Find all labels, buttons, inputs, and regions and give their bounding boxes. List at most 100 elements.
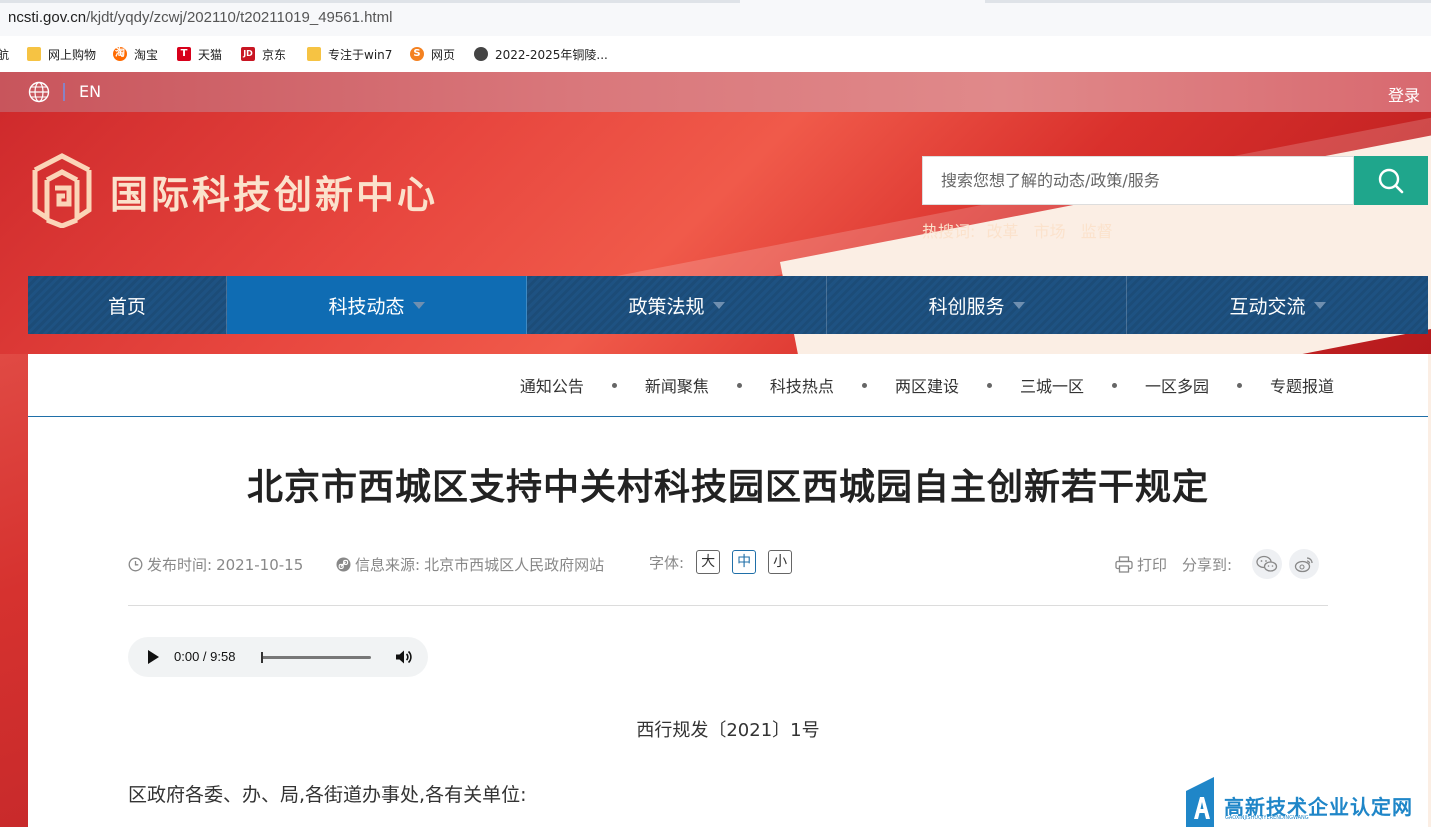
watermark-subtext: GAOXINJISHUQIYERENDINGWANG bbox=[1225, 815, 1309, 821]
article-title: 北京市西城区支持中关村科技园区西城园自主创新若干规定 bbox=[246, 467, 1209, 508]
hot-word-link[interactable]: 改革 bbox=[987, 222, 1019, 241]
volume-icon[interactable] bbox=[394, 648, 412, 666]
publish-label: 发布时间: bbox=[147, 556, 213, 574]
chevron-down-icon bbox=[1313, 301, 1326, 309]
bookmark-label: 网上购物 bbox=[48, 47, 97, 62]
font-size-large-button[interactable]: 大 bbox=[696, 550, 721, 574]
bookmark-item[interactable]: 航 bbox=[0, 44, 9, 64]
url-text[interactable]: ncsti.gov.cn/kjdt/yqdy/zcwj/202110/t2021… bbox=[8, 9, 392, 26]
subnav-item[interactable]: 一区多园 bbox=[1145, 373, 1209, 397]
subnav-separator bbox=[1236, 382, 1242, 388]
tab-strip bbox=[0, 0, 740, 3]
subnav-separator bbox=[1111, 382, 1117, 388]
subnav-item[interactable]: 新闻聚焦 bbox=[645, 373, 709, 397]
taobao-icon: 淘 bbox=[113, 47, 127, 61]
search-input[interactable] bbox=[922, 156, 1354, 205]
font-size-small-button[interactable]: 小 bbox=[768, 550, 793, 574]
language-switch-en[interactable]: EN bbox=[79, 82, 101, 101]
tmall-icon: T bbox=[177, 47, 191, 61]
sogou-icon: S bbox=[410, 47, 424, 61]
article-source: 信息来源: 北京市西城区人民政府网站 bbox=[336, 554, 604, 575]
document-number: 西行规发〔2021〕1号 bbox=[636, 720, 820, 741]
bookmarks-bar: 航 网上购物 淘 淘宝 T 天猫 JD 京东 专注于win7 S 网页 2022… bbox=[0, 36, 1431, 73]
top-utility-bar: EN 登录 bbox=[0, 72, 1431, 113]
article-paragraph: 区政府各委、办、局,各街道办事处,各有关单位: bbox=[128, 784, 527, 806]
bookmark-item[interactable]: S 网页 bbox=[410, 44, 455, 64]
nav-label: 政策法规 bbox=[628, 295, 705, 318]
nav-item-services[interactable]: 科创服务 bbox=[827, 276, 1127, 334]
subnav-separator bbox=[611, 382, 617, 388]
subnav-item[interactable]: 三城一区 bbox=[1020, 373, 1084, 397]
hot-word-link[interactable]: 监督 bbox=[1081, 222, 1113, 241]
bookmark-label: 专注于win7 bbox=[328, 47, 393, 62]
folder-icon bbox=[307, 47, 321, 61]
divider bbox=[63, 83, 65, 101]
nav-label: 科技动态 bbox=[328, 295, 405, 318]
bookmark-item[interactable]: 2022-2025年铜陵... bbox=[474, 44, 608, 64]
nav-item-interaction[interactable]: 互动交流 bbox=[1127, 276, 1428, 334]
play-icon[interactable] bbox=[148, 650, 159, 664]
nav-label: 科创服务 bbox=[928, 295, 1005, 318]
bookmark-item[interactable]: 专注于win7 bbox=[307, 44, 392, 64]
subnav-separator bbox=[986, 382, 992, 388]
wechat-icon bbox=[1256, 555, 1278, 572]
weibo-share-button[interactable] bbox=[1289, 549, 1319, 579]
login-link[interactable]: 登录 bbox=[1388, 82, 1420, 106]
clock-icon bbox=[128, 557, 143, 572]
bookmark-label: 京东 bbox=[262, 47, 287, 62]
browser-address-bar[interactable]: ncsti.gov.cn/kjdt/yqdy/zcwj/202110/t2021… bbox=[0, 0, 1431, 37]
hot-word-link[interactable]: 市场 bbox=[1034, 222, 1066, 241]
url-path: /kjdt/yqdy/zcwj/202110/t20211019_49561.h… bbox=[86, 9, 393, 26]
subnav-item[interactable]: 通知公告 bbox=[520, 373, 584, 397]
url-domain: ncsti.gov.cn bbox=[8, 9, 87, 26]
audio-time: 0:00 / 9:58 bbox=[174, 649, 236, 664]
bookmark-item[interactable]: T 天猫 bbox=[177, 44, 222, 64]
bookmark-item[interactable]: JD 京东 bbox=[241, 44, 286, 64]
audio-progress-slider[interactable] bbox=[261, 656, 371, 659]
logo-icon[interactable] bbox=[27, 148, 97, 228]
subnav-item[interactable]: 两区建设 bbox=[895, 373, 959, 397]
bookmark-label: 网页 bbox=[431, 47, 456, 62]
search-icon bbox=[1378, 168, 1404, 193]
folder-icon bbox=[27, 47, 41, 61]
publish-date: 发布时间: 2021-10-15 bbox=[128, 554, 303, 575]
bookmark-label: 航 bbox=[0, 47, 10, 62]
font-size-label: 字体: bbox=[649, 553, 685, 572]
audio-progress-thumb[interactable] bbox=[261, 652, 263, 663]
chevron-down-icon bbox=[1012, 301, 1025, 309]
chevron-down-icon bbox=[712, 301, 725, 309]
print-button[interactable]: 打印 bbox=[1115, 554, 1167, 575]
bookmark-label: 天猫 bbox=[198, 47, 223, 62]
nav-item-tech-news[interactable]: 科技动态 bbox=[227, 276, 527, 334]
divider bbox=[128, 605, 1328, 606]
source-label: 信息来源: bbox=[355, 556, 421, 574]
wechat-share-button[interactable] bbox=[1252, 549, 1282, 579]
watermark-a-icon bbox=[1186, 777, 1214, 827]
globe-icon[interactable] bbox=[28, 81, 50, 103]
bookmark-label: 淘宝 bbox=[134, 47, 159, 62]
chevron-down-icon bbox=[412, 301, 425, 309]
weibo-icon bbox=[1294, 557, 1313, 573]
font-size-medium-button[interactable]: 中 bbox=[732, 550, 757, 574]
bookmark-item[interactable]: 网上购物 bbox=[27, 44, 96, 64]
search-button[interactable] bbox=[1354, 156, 1428, 205]
nav-item-home[interactable]: 首页 bbox=[28, 276, 227, 334]
hot-search-words: 热搜词: 改革 市场 监督 bbox=[922, 218, 1123, 242]
bookmark-item[interactable]: 淘 淘宝 bbox=[113, 44, 158, 64]
nav-label: 首页 bbox=[107, 295, 146, 318]
sub-nav: 通知公告 新闻聚焦 科技热点 两区建设 三城一区 一区多园 专题报道 bbox=[28, 354, 1428, 417]
globe-icon bbox=[474, 47, 488, 61]
publish-value: 2021-10-15 bbox=[216, 555, 304, 574]
tab-strip bbox=[985, 0, 1431, 3]
jd-icon: JD bbox=[241, 47, 255, 61]
audio-player: 0:00 / 9:58 bbox=[128, 637, 428, 677]
main-nav: 首页 科技动态 政策法规 科创服务 互动交流 bbox=[28, 276, 1428, 334]
bookmark-label: 2022-2025年铜陵... bbox=[495, 47, 608, 62]
subnav-item[interactable]: 科技热点 bbox=[770, 373, 834, 397]
subnav-item[interactable]: 专题报道 bbox=[1270, 373, 1334, 397]
source-value: 北京市西城区人民政府网站 bbox=[424, 556, 605, 574]
site-name[interactable]: 国际科技创新中心 bbox=[110, 164, 438, 219]
nav-item-policy[interactable]: 政策法规 bbox=[527, 276, 827, 334]
subnav-separator bbox=[861, 382, 867, 388]
article-meta: 发布时间: 2021-10-15 信息来源: 北京市西城区人民政府网站 字体: … bbox=[128, 549, 1328, 579]
